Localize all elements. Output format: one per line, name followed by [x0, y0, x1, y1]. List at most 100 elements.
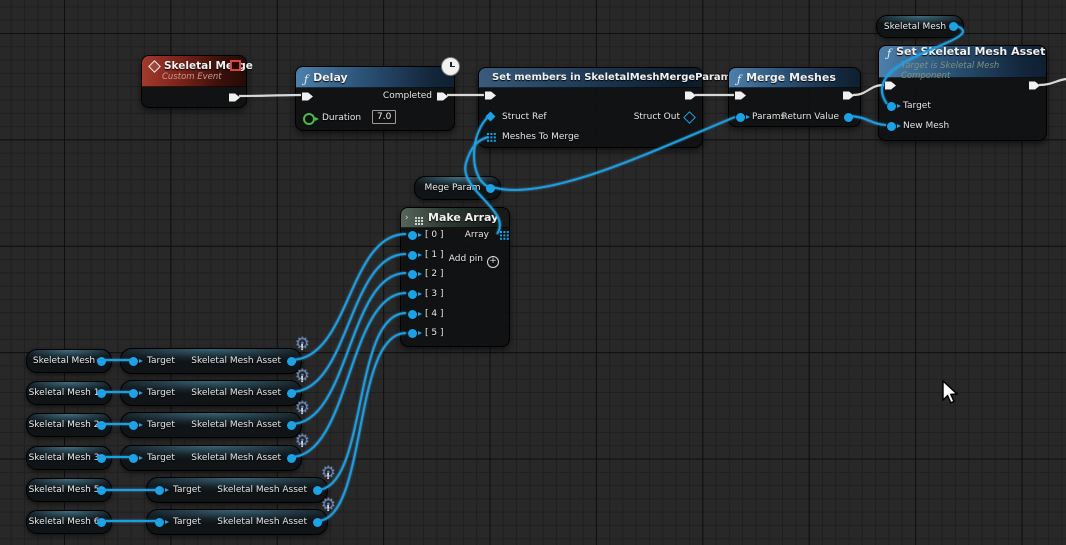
mouse-cursor: [942, 380, 959, 404]
function-icon: [304, 68, 308, 87]
gear-alert-icon: !: [295, 400, 310, 417]
custom-event-icon: [148, 59, 161, 73]
target-label: Target: [147, 355, 175, 366]
node-header: Delay: [296, 67, 454, 88]
return-value-pin[interactable]: [844, 113, 853, 122]
node-title: Make Array: [428, 211, 499, 224]
gear-alert-icon: !: [295, 336, 310, 353]
exec-in-pin[interactable]: [885, 81, 896, 90]
gear-alert-icon: !: [295, 368, 310, 385]
array-input-5-label: [ 5 ]: [425, 328, 444, 338]
return-value-label: Return Value: [781, 112, 839, 122]
getter-skeletal-mesh-asset-0[interactable]: ! Target Skeletal Mesh Asset: [120, 343, 304, 374]
output-label: Skeletal Mesh Asset: [191, 419, 281, 430]
node-header: Set members in SkeletalMeshMergeParams: [479, 68, 737, 88]
duration-pin[interactable]: [303, 113, 319, 125]
node-set-members[interactable]: Set members in SkeletalMeshMergeParams S…: [478, 67, 737, 148]
var-label: Skeletal Mesh: [32, 356, 96, 366]
target-label: Target: [147, 419, 175, 430]
var-label: Skeletal Mesh 1: [28, 388, 100, 398]
add-pin-label: Add pin: [448, 254, 483, 264]
node-title: Set members in SkeletalMeshMergeParams: [492, 72, 738, 83]
node-skeletal-merge-event[interactable]: Skeletal Merge Custom Event: [141, 55, 253, 108]
params-label: Params: [752, 112, 786, 122]
duration-value-input[interactable]: 7.0: [372, 110, 397, 124]
exec-in-pin[interactable]: [735, 91, 746, 100]
output-label: Skeletal Mesh Asset: [191, 452, 281, 463]
array-input-1-label: [ 1 ]: [425, 250, 444, 260]
array-input-2-pin[interactable]: [408, 270, 422, 279]
new-mesh-pin[interactable]: [887, 122, 901, 131]
array-input-3-label: [ 3 ]: [425, 289, 444, 299]
exec-out-pin[interactable]: [843, 91, 854, 100]
target-label: Target: [147, 387, 175, 398]
array-output-pin[interactable]: [499, 231, 502, 234]
array-input-0-pin[interactable]: [408, 231, 422, 240]
array-input-1-pin[interactable]: [408, 251, 422, 260]
target-label: Target: [147, 452, 175, 463]
node-delay[interactable]: Delay Completed Duration 7.0: [295, 57, 460, 131]
node-subtitle: Custom Event: [162, 72, 222, 82]
target-label: Target: [903, 101, 931, 111]
output-pin[interactable]: [287, 453, 296, 463]
output-pin[interactable]: [313, 517, 322, 527]
node-title: Delay: [313, 70, 348, 84]
target-pin[interactable]: [887, 102, 901, 111]
output-pin[interactable]: [287, 356, 296, 366]
meshes-to-merge-label: Meshes To Merge: [502, 132, 580, 142]
node-merge-meshes[interactable]: Merge Meshes Params Return Value: [728, 67, 861, 127]
exec-completed-pin[interactable]: [437, 92, 448, 101]
var-label: Skeletal Mesh 2: [28, 420, 100, 430]
array-input-3-pin[interactable]: [408, 290, 422, 299]
exec-in-pin[interactable]: [485, 91, 496, 100]
var-label: Skeletal Mesh 6: [28, 517, 100, 527]
function-icon: [737, 68, 741, 87]
output-pin[interactable]: [287, 420, 296, 430]
exec-in-pin[interactable]: [302, 92, 313, 101]
delegate-pin[interactable]: [230, 60, 241, 71]
add-pin-row[interactable]: Add pin +: [449, 254, 499, 268]
getter-skeletal-mesh-asset-3[interactable]: ! Target Skeletal Mesh Asset: [120, 440, 304, 471]
meshes-to-merge-pin[interactable]: [487, 133, 490, 136]
add-pin-icon[interactable]: +: [487, 256, 499, 268]
getter-skeletal-mesh-asset-2[interactable]: ! Target Skeletal Mesh Asset: [120, 407, 304, 438]
getter-skeletal-mesh-asset-5[interactable]: ! Target Skeletal Mesh Asset: [146, 504, 330, 535]
completed-pin-label: Completed: [382, 91, 432, 101]
var-label: Skeletal Mesh 3: [28, 453, 100, 463]
getter-skeletal-mesh-asset-4[interactable]: ! Target Skeletal Mesh Asset: [146, 472, 330, 503]
getter-skeletal-mesh-asset-1[interactable]: ! Target Skeletal Mesh Asset: [120, 375, 304, 406]
node-set-skeletal-mesh-asset[interactable]: Set Skeletal Mesh Asset Target is Skelet…: [878, 45, 1047, 141]
make-array-grid-icon: [415, 216, 417, 219]
array-input-0-label: [ 0 ]: [425, 230, 444, 240]
var-label: Skeletal Mesh 5: [28, 485, 100, 495]
target-label: Target: [173, 484, 201, 495]
array-output-label: Array: [464, 230, 489, 240]
node-subtitle: Target is Skeletal Mesh Component: [901, 61, 1000, 81]
struct-out-label: Struct Out: [633, 112, 680, 122]
output-label: Skeletal Mesh Asset: [217, 484, 307, 495]
struct-out-pin[interactable]: [683, 111, 696, 124]
output-label: Skeletal Mesh Asset: [191, 355, 281, 366]
struct-ref-label: Struct Ref: [502, 112, 547, 122]
array-input-2-label: [ 2 ]: [425, 269, 444, 279]
exec-out-pin[interactable]: [1029, 81, 1040, 90]
wire-exec-event-to-delay[interactable]: [238, 93, 302, 98]
var-node-mege-param[interactable]: Mege Param: [414, 176, 501, 200]
exec-out-pin[interactable]: [685, 91, 696, 100]
gear-alert-icon: !: [321, 465, 336, 482]
duration-pin-label: Duration: [322, 113, 362, 123]
new-mesh-label: New Mesh: [903, 121, 950, 131]
blueprint-graph-canvas[interactable]: Skeletal Merge Custom Event Delay Comple…: [0, 0, 1066, 545]
var-node-skeletal-mesh-top[interactable]: Skeletal Mesh: [876, 15, 964, 38]
var-label: Skeletal Mesh: [883, 21, 947, 32]
function-icon: [887, 42, 891, 61]
target-label: Target: [173, 516, 201, 527]
array-input-5-pin[interactable]: [408, 329, 422, 338]
node-title: Merge Meshes: [746, 71, 836, 84]
array-input-4-pin[interactable]: [408, 310, 422, 319]
exec-out-pin[interactable]: [229, 93, 240, 102]
output-pin[interactable]: [287, 388, 296, 398]
latent-clock-icon: [441, 57, 460, 76]
node-make-array[interactable]: › Make Array [ 0 ] [ 1 ] [ 2 ] [ 3 ] [ 4…: [400, 207, 510, 347]
params-pin[interactable]: [736, 113, 750, 122]
